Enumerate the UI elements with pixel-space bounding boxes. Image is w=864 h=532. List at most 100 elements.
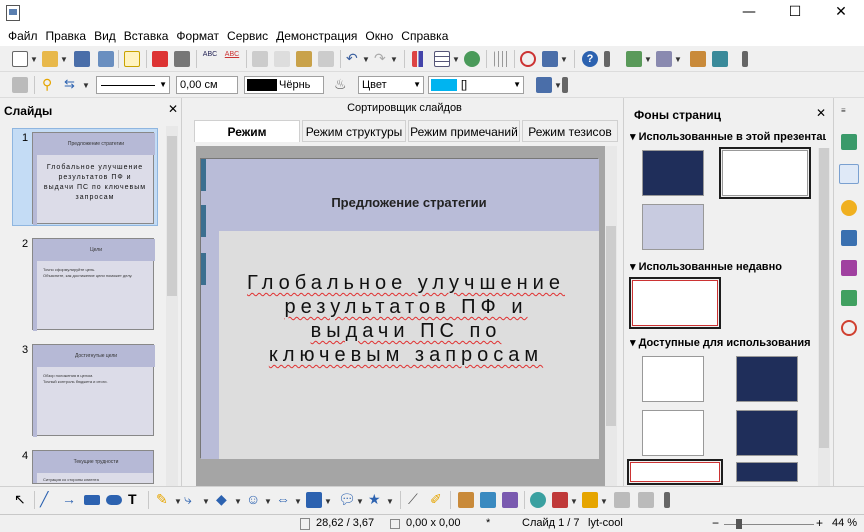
scrollbar-thumb[interactable] [167,136,177,296]
master-thumb[interactable] [642,150,704,196]
tab-drawing-view[interactable]: Режим рисования [194,120,300,161]
menu-slideshow[interactable]: Демонстрация [272,29,361,43]
shadow-icon[interactable] [536,77,552,93]
menu-file[interactable]: Файл [4,29,42,43]
slide-sorter-tab[interactable]: Сортировщик слайдов [190,102,619,114]
table-icon[interactable] [434,51,450,67]
menu-edit[interactable]: Правка [42,29,91,43]
zoom-slider-handle[interactable] [736,519,742,529]
points-icon[interactable]: ⟋ [408,492,424,508]
chevron-down-icon[interactable]: ▼ [234,497,242,506]
line-tool-icon[interactable]: ╱ [40,492,56,508]
connector-tool-icon[interactable]: ⤷ [184,492,200,508]
section-recently-used[interactable]: ▾ Использованные недавно [630,260,826,273]
arrow-tool-icon[interactable]: → [62,492,78,508]
navigator-icon[interactable] [520,51,536,67]
area-style-select[interactable]: Цвет ▼ [358,76,424,94]
ellipse-tool-icon[interactable] [106,495,122,505]
rectangle-tool-icon[interactable] [84,495,100,505]
autospellcheck-icon[interactable]: ABC [224,51,240,67]
close-icon[interactable]: ✕ [168,102,178,116]
master-thumb[interactable] [627,459,723,485]
menu-help[interactable]: Справка [397,29,452,43]
master-thumb[interactable] [736,356,798,402]
slide-thumbnail-2[interactable]: Цели Точно сформулируйте цель. Объясните… [32,238,155,331]
slide-thumbnail-1[interactable]: Предложение стратегии Глобальное улучшен… [32,132,155,225]
properties-icon[interactable] [841,134,857,150]
open-folder-icon[interactable] [42,51,58,67]
master-thumb-selected[interactable] [719,147,811,199]
section-used-in-presentation[interactable]: ▾ Использованные в этой презентации [630,130,826,143]
section-available[interactable]: ▾ Доступные для использования [630,336,826,349]
chevron-down-icon[interactable]: ▼ [174,497,182,506]
chart-icon[interactable] [412,51,428,67]
glue-points-icon[interactable]: ✐ [430,492,446,508]
master-thumb[interactable] [642,356,704,402]
gallery-icon[interactable] [841,290,857,306]
master-thumb[interactable] [642,410,704,456]
chevron-down-icon[interactable]: ▼ [362,55,370,64]
help-icon[interactable]: ? [582,51,598,67]
callouts-icon[interactable]: 💬︎ [338,492,356,508]
zoom-level[interactable]: 44 % [832,517,857,529]
document-modified[interactable]: * [486,517,490,529]
arrange-icon[interactable] [582,492,598,508]
slide-body-text[interactable]: Глобальное улучшение результатов ПФ и вы… [241,271,571,367]
block-arrows-icon[interactable]: ⇔ [276,492,292,508]
tab-handout-view[interactable]: Режим тезисов [522,120,618,142]
zoom-in-button[interactable]: + [816,516,823,530]
redo-icon[interactable]: ↷ [374,51,390,67]
rotate-icon[interactable] [530,492,546,508]
symbol-shapes-icon[interactable]: ☺ [246,492,262,508]
slides-scrollbar[interactable] [166,126,178,486]
zoom-out-button[interactable]: − [712,516,719,530]
chevron-down-icon[interactable]: ▼ [452,55,460,64]
slide-thumbnail-4[interactable]: Текущие трудности Ситуация со стороны кл… [32,450,154,484]
master-pages-scrollbar[interactable] [818,148,830,486]
toggle-extrusion-icon[interactable] [502,492,518,508]
text-tool-icon[interactable]: T [128,492,144,508]
chevron-down-icon[interactable]: ▼ [644,55,652,64]
scrollbar-thumb[interactable] [606,226,616,426]
area-fill-icon[interactable]: ♨ [334,77,350,93]
menu-format[interactable]: Формат [172,29,223,43]
align-icon[interactable] [552,492,568,508]
chevron-down-icon[interactable]: ▼ [600,497,608,506]
cut-icon[interactable] [252,51,268,67]
master-thumb[interactable] [642,204,704,250]
navigator-icon[interactable] [841,320,857,336]
line-color-select[interactable]: Чёрнь [244,76,324,94]
paste-icon[interactable] [296,51,312,67]
clone-formatting-icon[interactable] [318,51,334,67]
chevron-down-icon[interactable]: ▼ [356,497,364,506]
stars-icon[interactable]: ★ [368,492,384,508]
tab-notes-view[interactable]: Режим примечаний [408,120,520,142]
crop-icon[interactable] [638,492,654,508]
slide-title[interactable]: Предложение стратегии [219,195,599,210]
new-slide-icon[interactable] [626,51,642,67]
chevron-down-icon[interactable]: ▼ [60,55,68,64]
chevron-down-icon[interactable]: ▼ [324,497,332,506]
canvas-vscrollbar[interactable] [605,146,617,486]
sidebar-menu-icon[interactable]: ≡ [841,106,857,122]
edit-mode-icon[interactable] [124,51,140,67]
save-icon[interactable] [74,51,90,67]
email-icon[interactable] [98,51,114,67]
slideshow-icon[interactable] [690,51,706,67]
master-slides-icon[interactable] [839,164,859,184]
toolbar-overflow-icon[interactable] [664,492,670,508]
chevron-down-icon[interactable]: ▼ [202,497,210,506]
chevron-down-icon[interactable]: ▼ [30,55,38,64]
chevron-down-icon[interactable]: ▼ [674,55,682,64]
export-pdf-icon[interactable] [152,51,168,67]
maximize-button[interactable]: ☐ [772,0,818,26]
menu-insert[interactable]: Вставка [120,29,173,43]
area-color-select[interactable]: [] ▼ [428,76,524,94]
fontwork-icon[interactable] [458,492,474,508]
undo-icon[interactable]: ↶ [346,51,362,67]
close-icon[interactable]: ✕ [816,106,826,120]
slide-layout-icon[interactable] [656,51,672,67]
chevron-down-icon[interactable]: ▼ [294,497,302,506]
media-icon[interactable] [464,51,480,67]
line-style-icon[interactable] [12,77,28,93]
